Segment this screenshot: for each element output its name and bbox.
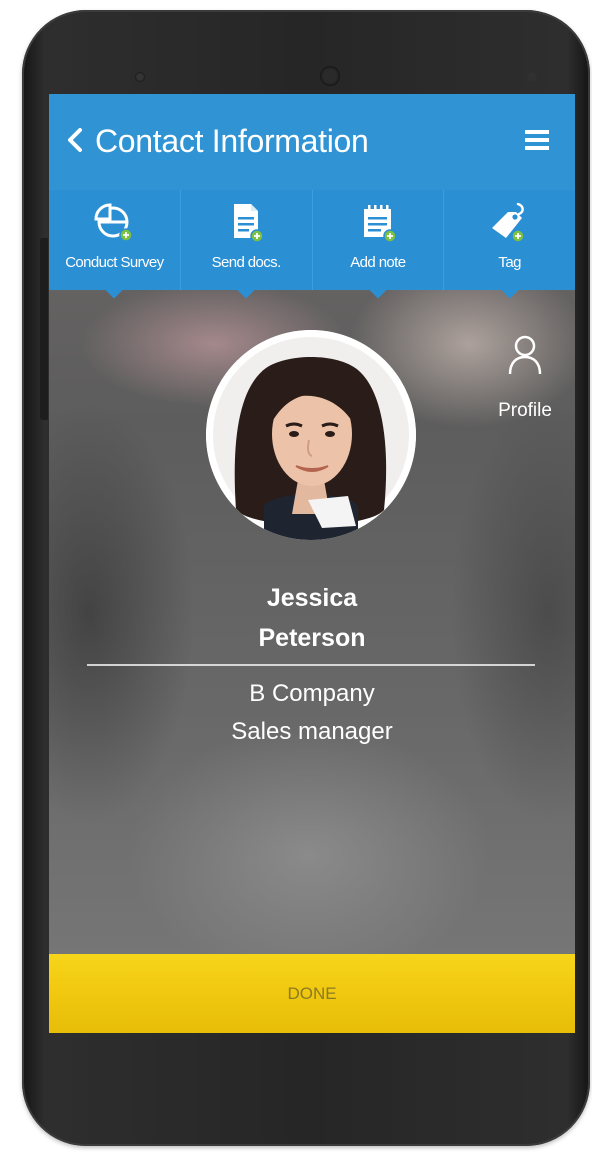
divider (87, 664, 535, 666)
first-name: Jessica (266, 584, 358, 612)
contact-name: Jessica Peterson (49, 578, 575, 658)
hamburger-menu-icon (525, 130, 549, 150)
tag-label: Tag (498, 254, 521, 271)
app-bar: Contact Information (49, 94, 575, 190)
menu-button[interactable] (519, 122, 555, 158)
contact-photo (206, 330, 416, 540)
done-label: DONE (287, 984, 337, 1003)
tag-icon (488, 200, 532, 244)
page-title: Contact Information (95, 123, 369, 159)
phone-side-button (40, 238, 48, 420)
send-docs-label: Send docs. (211, 254, 282, 271)
done-button[interactable]: DONE (49, 954, 575, 1033)
profile-button[interactable]: Profile (485, 334, 565, 430)
add-note-label: Add note (350, 254, 406, 271)
action-toolbar: Conduct Survey Send docs. Add note Tag (49, 190, 575, 299)
back-button[interactable] (57, 120, 93, 160)
profile-label: Profile (498, 400, 552, 421)
conduct-survey-button[interactable]: Conduct Survey (49, 190, 180, 299)
avatar (206, 330, 416, 540)
survey-icon (92, 200, 136, 244)
conduct-survey-label: Conduct Survey (65, 254, 164, 271)
last-name: Peterson (258, 624, 366, 652)
phone-front-camera (320, 66, 340, 86)
app-screen: Contact Information Conduct Survey Send … (49, 94, 575, 1033)
contact-role: Sales manager (231, 718, 393, 745)
note-icon (356, 200, 400, 244)
document-icon (224, 200, 268, 244)
person-icon (508, 335, 542, 375)
contact-company: B Company (249, 680, 375, 707)
phone-speaker (135, 72, 145, 82)
send-docs-button[interactable]: Send docs. (179, 190, 312, 299)
tag-button[interactable]: Tag (443, 190, 575, 299)
phone-sensor (527, 72, 537, 82)
add-note-button[interactable]: Add note (311, 190, 444, 299)
chevron-left-icon (68, 128, 82, 152)
